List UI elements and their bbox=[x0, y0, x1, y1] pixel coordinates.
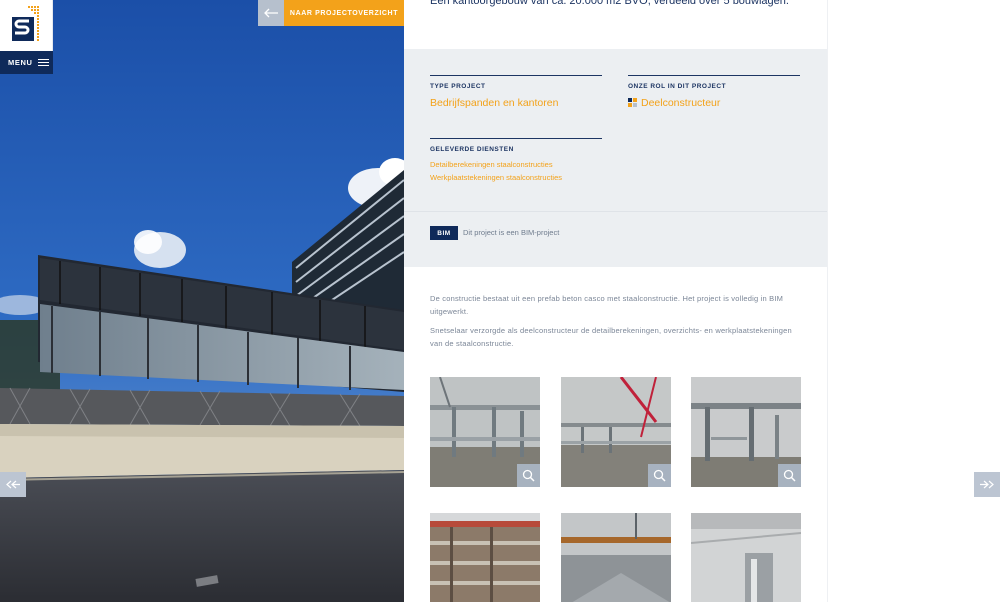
double-chevron-right-icon bbox=[980, 478, 994, 492]
services-title: GELEVERDE DIENSTEN bbox=[430, 146, 514, 153]
project-role-title: ONZE ROL IN DIT PROJECT bbox=[628, 83, 727, 90]
role-icon bbox=[628, 98, 637, 107]
magnifier-icon[interactable] bbox=[517, 464, 540, 487]
bim-text: Dit project is een BIM-project bbox=[463, 228, 560, 237]
magnifier-icon[interactable] bbox=[778, 464, 801, 487]
project-info-panel: TYPE PROJECT Bedrijfspanden en kantoren … bbox=[404, 49, 827, 267]
project-type-value[interactable]: Bedrijfspanden en kantoren bbox=[430, 97, 602, 109]
next-project-button[interactable] bbox=[974, 472, 1000, 497]
project-role-row[interactable]: Deelconstructeur bbox=[628, 97, 800, 109]
services-list: Detailberekeningen staalconstructies Wer… bbox=[430, 159, 602, 184]
service-item[interactable]: Werkplaatstekeningen staalconstructies bbox=[430, 172, 602, 185]
description-paragraph-1: De constructie bestaat uit een prefab be… bbox=[430, 294, 784, 316]
service-item[interactable]: Detailberekeningen staalconstructies bbox=[430, 159, 602, 172]
right-margin bbox=[827, 0, 1000, 602]
gallery-thumbnail[interactable] bbox=[561, 377, 671, 487]
hamburger-icon bbox=[38, 57, 50, 69]
project-role-block: ONZE ROL IN DIT PROJECT Deelconstructeur bbox=[628, 75, 800, 109]
magnifier-icon[interactable] bbox=[648, 464, 671, 487]
description-paragraph-2: Snetselaar verzorgde als deelconstructeu… bbox=[430, 326, 792, 348]
gallery-thumbnail[interactable] bbox=[691, 377, 801, 487]
project-type-block: TYPE PROJECT Bedrijfspanden en kantoren bbox=[430, 75, 602, 109]
project-type-title: TYPE PROJECT bbox=[430, 83, 486, 90]
services-block: GELEVERDE DIENSTEN Detailberekeningen st… bbox=[430, 138, 602, 184]
gallery-thumbnail[interactable] bbox=[430, 513, 540, 602]
menu-label: MENU bbox=[8, 58, 33, 67]
arrow-left-icon[interactable] bbox=[258, 0, 284, 26]
gallery-thumbnail[interactable] bbox=[691, 513, 801, 602]
project-overview-button[interactable]: NAAR PROJECTOVERZICHT bbox=[284, 0, 404, 26]
gallery-thumbnail[interactable] bbox=[430, 377, 540, 487]
bim-badge: BIM bbox=[430, 226, 458, 240]
previous-project-button[interactable] bbox=[0, 472, 26, 497]
project-content: Een kantoorgebouw van ca. 20.000 m2 BVO,… bbox=[404, 0, 827, 602]
menu-button[interactable]: MENU bbox=[0, 51, 53, 74]
divider bbox=[404, 211, 827, 212]
snetselaar-logo[interactable] bbox=[0, 0, 53, 51]
project-role-value: Deelconstructeur bbox=[641, 97, 721, 109]
gallery-thumbnail[interactable] bbox=[561, 513, 671, 602]
hero-image bbox=[0, 0, 404, 602]
project-intro-text: Een kantoorgebouw van ca. 20.000 m2 BVO,… bbox=[430, 0, 789, 7]
double-chevron-left-icon bbox=[6, 478, 20, 492]
project-overview-label: NAAR PROJECTOVERZICHT bbox=[289, 9, 399, 17]
